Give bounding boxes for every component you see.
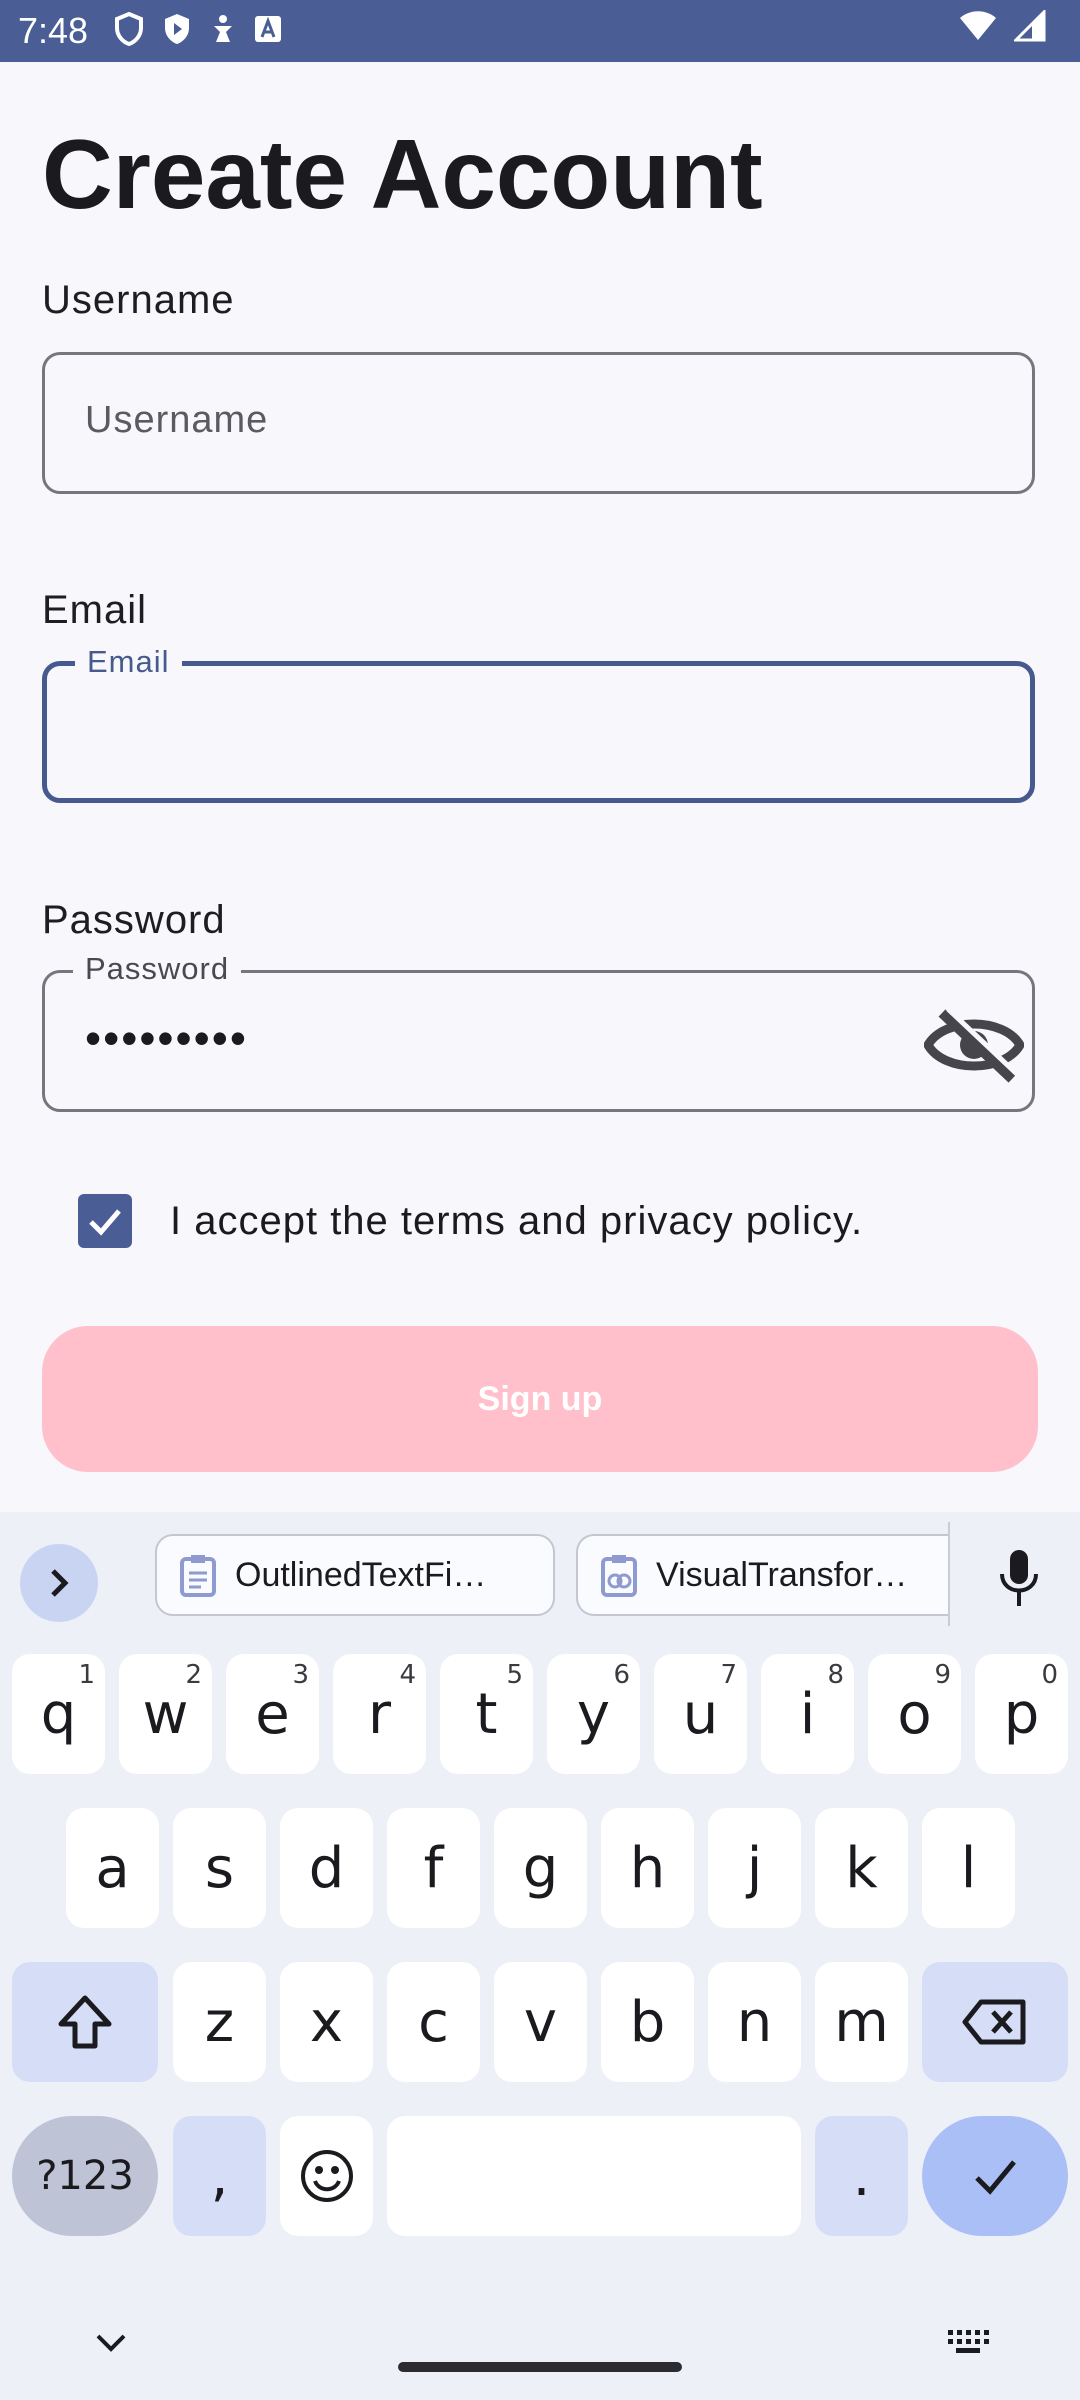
key-g[interactable]: g <box>494 1808 587 1928</box>
key-l[interactable]: l <box>922 1808 1015 1928</box>
terms-checkbox[interactable] <box>78 1194 132 1248</box>
play-protect-icon <box>165 14 189 44</box>
key-j[interactable]: j <box>708 1808 801 1928</box>
key-q[interactable]: q1 <box>12 1654 105 1774</box>
username-input[interactable]: Username <box>42 352 1035 494</box>
key-f[interactable]: f <box>387 1808 480 1928</box>
email-floating-label: Email <box>75 644 182 680</box>
status-time: 7:48 <box>18 10 89 51</box>
keyboard-switch-icon[interactable] <box>946 2328 990 2356</box>
shield-icon <box>115 12 143 46</box>
key-c[interactable]: c <box>387 1962 480 2082</box>
key-b[interactable]: b <box>601 1962 694 2082</box>
clipboard-suggestion-1[interactable]: OutlinedTextFi… <box>155 1534 555 1616</box>
key-p[interactable]: p0 <box>975 1654 1068 1774</box>
terms-text: I accept the terms and privacy policy. <box>170 1198 864 1243</box>
signal-icon <box>1014 10 1046 42</box>
check-icon <box>975 2160 1016 2195</box>
emoji-key[interactable] <box>280 2116 373 2236</box>
home-handle[interactable] <box>398 2362 682 2372</box>
username-label: Username <box>42 278 235 322</box>
clipboard-suggestion-2[interactable]: VisualTransfor… <box>576 1534 948 1616</box>
checkmark-icon <box>89 1209 121 1236</box>
microphone-icon[interactable] <box>994 1548 1044 1608</box>
expand-toolbar-button[interactable] <box>20 1544 98 1622</box>
backspace-icon <box>962 1999 1026 2045</box>
symbols-key[interactable]: ?123 <box>12 2116 158 2236</box>
key-t[interactable]: t5 <box>440 1654 533 1774</box>
space-key[interactable] <box>387 2116 801 2236</box>
username-placeholder: Username <box>85 399 269 441</box>
key-m[interactable]: m <box>815 1962 908 2082</box>
key-r[interactable]: r4 <box>333 1654 426 1774</box>
signup-button[interactable]: Sign up <box>42 1326 1038 1472</box>
accessibility-icon <box>214 15 232 42</box>
key-i[interactable]: i8 <box>761 1654 854 1774</box>
key-a[interactable]: a <box>66 1808 159 1928</box>
font-icon <box>255 16 281 42</box>
page-title: Create Account <box>42 119 763 229</box>
key-e[interactable]: e3 <box>226 1654 319 1774</box>
wifi-icon <box>960 11 996 40</box>
key-s[interactable]: s <box>173 1808 266 1928</box>
key-u[interactable]: u7 <box>654 1654 747 1774</box>
key-h[interactable]: h <box>601 1808 694 1928</box>
key-d[interactable]: d <box>280 1808 373 1928</box>
clipboard-icon <box>180 1555 216 1597</box>
key-w[interactable]: w2 <box>119 1654 212 1774</box>
key-v[interactable]: v <box>494 1962 587 2082</box>
key-k[interactable]: k <box>815 1808 908 1928</box>
comma-key[interactable]: , <box>173 2116 266 2236</box>
period-key[interactable]: . <box>815 2116 908 2236</box>
password-floating-label: Password <box>73 951 242 987</box>
terms-row[interactable]: I accept the terms and privacy policy. <box>78 1194 863 1248</box>
navigation-bar <box>0 2280 1080 2400</box>
email-input[interactable]: Email <box>42 644 1035 803</box>
shift-key[interactable] <box>12 1962 158 2082</box>
emoji-icon <box>300 2150 353 2202</box>
key-o[interactable]: o9 <box>868 1654 961 1774</box>
key-x[interactable]: x <box>280 1962 373 2082</box>
key-z[interactable]: z <box>173 1962 266 2082</box>
enter-key[interactable] <box>922 2116 1068 2236</box>
soft-keyboard: OutlinedTextFi… VisualTransfor… q1 w2 e3… <box>0 1512 1080 2400</box>
password-label: Password <box>42 898 226 942</box>
password-value: ••••••••• <box>85 1012 248 1064</box>
suggestion-text-2: VisualTransfor… <box>656 1555 908 1594</box>
backspace-key[interactable] <box>922 1962 1068 2082</box>
key-n[interactable]: n <box>708 1962 801 2082</box>
hide-keyboard-icon[interactable] <box>94 2332 128 2354</box>
email-label: Email <box>42 588 148 632</box>
chevron-right-icon <box>51 1569 69 1597</box>
clipboard-link-icon <box>601 1555 637 1597</box>
shift-icon <box>58 1995 112 2049</box>
visibility-off-icon[interactable] <box>924 1005 1024 1085</box>
status-bar: 7:48 <box>0 0 1080 62</box>
suggestion-text-1: OutlinedTextFi… <box>235 1555 487 1594</box>
key-y[interactable]: y6 <box>547 1654 640 1774</box>
password-input[interactable]: Password ••••••••• <box>42 951 1035 1112</box>
